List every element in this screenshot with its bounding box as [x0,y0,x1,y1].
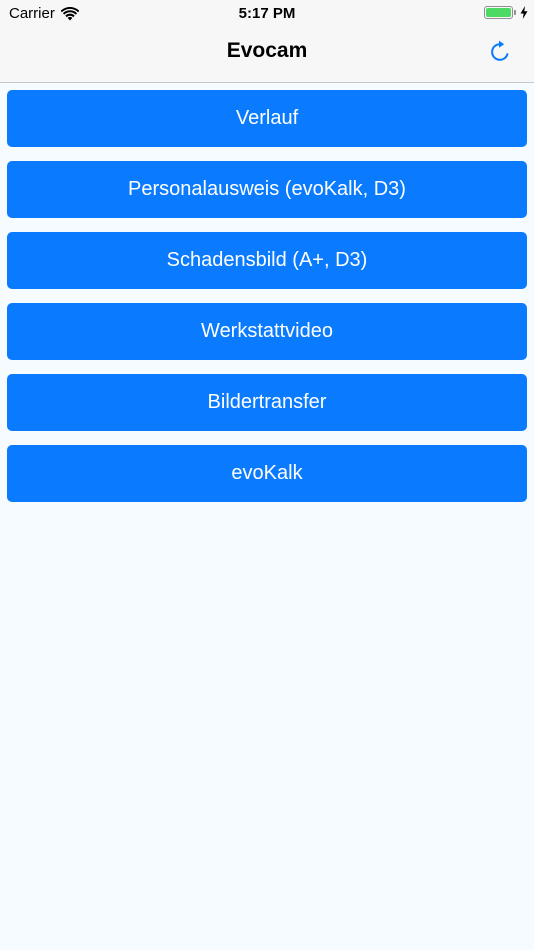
status-bar: Carrier 5:17 PM [0,0,534,28]
menu-button-schadensbild-a-d3[interactable]: Schadensbild (A+, D3) [7,232,527,289]
menu-list: Verlauf Personalausweis (evoKalk, D3) Scha… [7,90,527,516]
menu-button-personalausweis-evokalk-d3[interactable]: Personalausweis (evoKalk, D3) [7,161,527,218]
battery-nub [514,10,516,15]
menu-button-verlauf[interactable]: Verlauf [7,90,527,147]
charging-bolt-icon [520,6,528,19]
battery-icon [484,6,513,19]
battery-fill [486,8,511,17]
page-title: Evocam [226,39,308,62]
navigation-bar: Evocam [0,28,534,83]
menu-button-bildertransfer[interactable]: Bildertransfer [7,374,527,431]
refresh-button[interactable] [486,38,514,66]
refresh-icon [491,40,509,61]
menu-button-evokalk[interactable]: evoKalk [7,445,527,502]
battery-indicator [484,6,528,19]
menu-button-werkstattvideo[interactable]: Werkstattvideo [7,303,527,360]
status-time: 5:17 PM [238,5,296,22]
